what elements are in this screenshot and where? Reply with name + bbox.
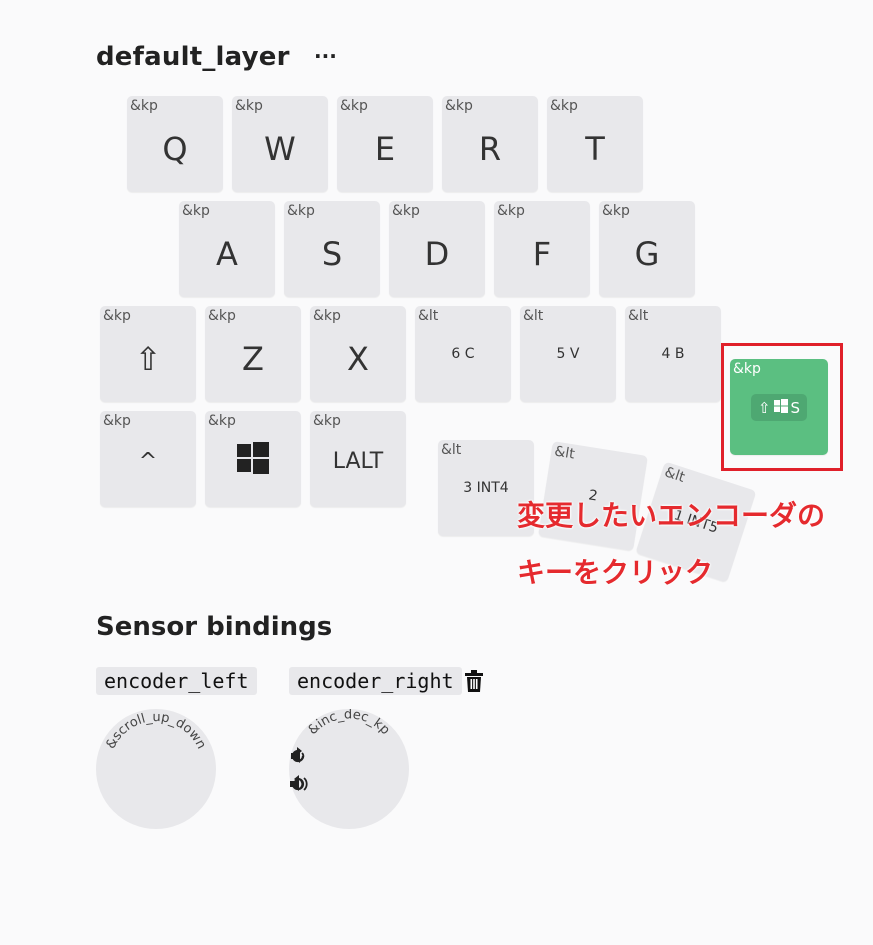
key-legend: G bbox=[634, 235, 660, 273]
key-behavior: &lt bbox=[418, 308, 439, 324]
key-r[interactable]: &kp R bbox=[442, 96, 538, 192]
key-legend: 6 C bbox=[451, 346, 475, 362]
key-d[interactable]: &kp D bbox=[389, 201, 485, 297]
key-w[interactable]: &kp W bbox=[232, 96, 328, 192]
layer-menu-button[interactable]: ··· bbox=[314, 44, 337, 68]
key-behavior: &kp bbox=[313, 413, 341, 429]
key-behavior: &kp bbox=[313, 308, 341, 324]
key-layer-4-b[interactable]: &lt 4 B bbox=[625, 306, 721, 402]
key-layer-6-c[interactable]: &lt 6 C bbox=[415, 306, 511, 402]
key-x[interactable]: &kp X bbox=[310, 306, 406, 402]
key-behavior: &kp bbox=[130, 98, 158, 114]
volume-up-icon bbox=[290, 777, 308, 791]
key-behavior: &lt bbox=[441, 442, 462, 458]
key-f[interactable]: &kp F bbox=[494, 201, 590, 297]
key-behavior: &kp bbox=[103, 413, 131, 429]
trash-icon[interactable] bbox=[464, 670, 484, 696]
encoder-left-behavior: &scroll_up_down bbox=[103, 710, 208, 752]
shift-icon: ⇧ bbox=[134, 340, 162, 378]
key-lalt[interactable]: &kp LALT bbox=[310, 411, 406, 507]
layer-title: default_layer bbox=[96, 42, 290, 72]
key-s[interactable]: &kp S bbox=[284, 201, 380, 297]
key-behavior: &kp bbox=[392, 203, 420, 219]
key-caret[interactable]: &kp ^ bbox=[100, 411, 196, 507]
key-legend: Z bbox=[242, 340, 264, 378]
key-behavior: &lt bbox=[523, 308, 544, 324]
key-behavior: &kp bbox=[497, 203, 525, 219]
svg-text:&scroll_up_down: &scroll_up_down bbox=[103, 710, 208, 752]
key-shift[interactable]: &kp ⇧ bbox=[100, 306, 196, 402]
key-behavior: &kp bbox=[550, 98, 578, 114]
encoder-left-arc: &scroll_up_down bbox=[103, 710, 208, 752]
key-behavior: &lt bbox=[662, 464, 687, 486]
svg-text:&inc_dec_kp: &inc_dec_kp bbox=[305, 709, 392, 738]
key-behavior: &kp bbox=[208, 413, 236, 429]
key-behavior: &kp bbox=[602, 203, 630, 219]
encoder-right-label: encoder_right bbox=[289, 667, 462, 695]
encoder-left[interactable]: &scroll_up_down bbox=[96, 709, 216, 829]
key-behavior: &lt bbox=[628, 308, 649, 324]
key-e[interactable]: &kp E bbox=[337, 96, 433, 192]
key-legend: LALT bbox=[332, 449, 384, 474]
key-legend: 4 B bbox=[661, 346, 685, 362]
key-legend: R bbox=[478, 130, 502, 168]
key-q[interactable]: &kp Q bbox=[127, 96, 223, 192]
annotation-line-2: キーをクリック bbox=[517, 556, 714, 589]
key-legend: Q bbox=[162, 130, 188, 168]
key-behavior: &kp bbox=[103, 308, 131, 324]
key-legend: T bbox=[585, 130, 605, 168]
key-legend: S bbox=[321, 235, 343, 273]
encoder-right-behavior: &inc_dec_kp bbox=[305, 709, 392, 738]
key-behavior: &kp bbox=[340, 98, 368, 114]
key-z[interactable]: &kp Z bbox=[205, 306, 301, 402]
encoder-right-arc: &inc_dec_kp bbox=[305, 709, 392, 738]
windows-icon bbox=[205, 441, 301, 483]
key-a[interactable]: &kp A bbox=[179, 201, 275, 297]
key-behavior: &kp bbox=[287, 203, 315, 219]
key-legend: W bbox=[264, 130, 296, 168]
key-g[interactable]: &kp G bbox=[599, 201, 695, 297]
key-legend: F bbox=[532, 235, 552, 273]
key-behavior: &kp bbox=[208, 308, 236, 324]
key-layer-5-v[interactable]: &lt 5 V bbox=[520, 306, 616, 402]
key-legend: D bbox=[424, 235, 450, 273]
sensor-bindings-title: Sensor bindings bbox=[96, 612, 333, 642]
key-legend: A bbox=[216, 235, 238, 273]
key-behavior: &kp bbox=[235, 98, 263, 114]
key-windows[interactable]: &kp bbox=[205, 411, 301, 507]
key-t[interactable]: &kp T bbox=[547, 96, 643, 192]
encoder-right[interactable]: &inc_dec_kp bbox=[289, 709, 409, 829]
highlight-box bbox=[721, 343, 843, 471]
key-legend: 5 V bbox=[556, 346, 580, 362]
key-legend: X bbox=[347, 340, 369, 378]
key-behavior: &lt bbox=[553, 443, 576, 463]
key-behavior: &kp bbox=[182, 203, 210, 219]
key-legend: E bbox=[374, 130, 396, 168]
key-legend: ^ bbox=[138, 449, 158, 474]
encoder-left-label: encoder_left bbox=[96, 667, 257, 695]
volume-down-icon bbox=[291, 749, 305, 763]
annotation-line-1: 変更したいエンコーダの bbox=[517, 499, 826, 532]
key-behavior: &kp bbox=[445, 98, 473, 114]
